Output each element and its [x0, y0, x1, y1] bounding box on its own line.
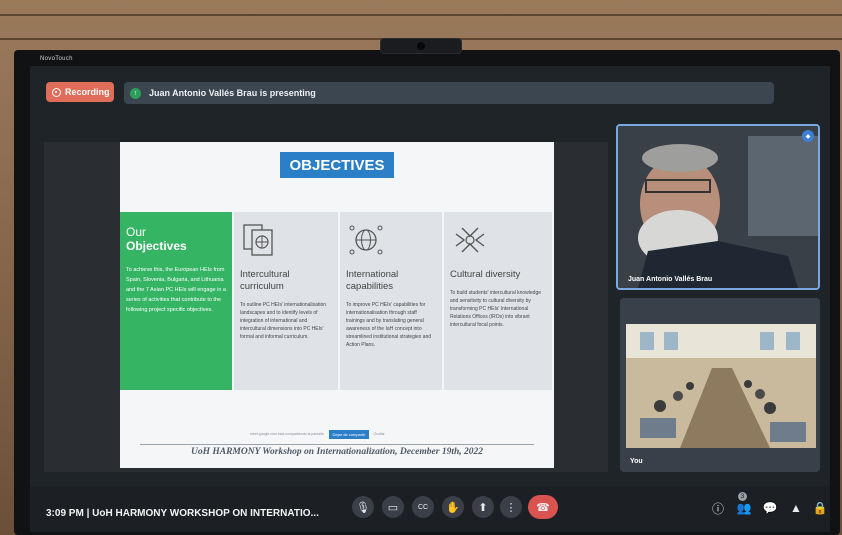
- footer-divider: [140, 444, 534, 445]
- raise-hand-button[interactable]: ✋: [442, 496, 464, 518]
- joined-hands-icon: [455, 227, 485, 253]
- activities-button[interactable]: ▲: [788, 500, 804, 516]
- self-video: [620, 298, 820, 472]
- objective-body: To outline PC HEIs' internationalisation…: [240, 302, 327, 340]
- intro-column: Our Objectives To achieve this, the Euro…: [120, 212, 232, 390]
- more-options-button[interactable]: ⋮: [500, 496, 522, 518]
- leave-call-button[interactable]: ☎: [528, 495, 558, 519]
- recording-label: Recording: [65, 87, 110, 97]
- people-count-badge: 3: [738, 492, 747, 501]
- meeting-info: 3:09 PM | UoH HARMONY WORKSHOP ON INTERN…: [46, 508, 319, 519]
- objective-heading: Intercultural curriculum: [240, 269, 290, 292]
- self-name: You: [630, 458, 643, 465]
- webcam-lens: [417, 42, 425, 50]
- meeting-screen: Recording ↑ Juan Antonio Vallés Brau is …: [30, 66, 830, 532]
- lock-person-icon: 🔒: [812, 501, 828, 515]
- intro-body: To achieve this, the European HEIs from …: [126, 267, 226, 313]
- objective-column-diversity: Cultural diversity To build students' in…: [444, 212, 552, 390]
- shapes-icon: ▲: [790, 501, 802, 515]
- slide-title: OBJECTIVES: [280, 152, 394, 178]
- monitor-brand: NovoTouch: [40, 56, 73, 62]
- intro-heading-line2: Objectives: [126, 239, 187, 253]
- speaking-indicator-icon: ◆: [802, 130, 814, 142]
- separator: |: [86, 508, 90, 519]
- people-icon: 👥: [736, 501, 752, 515]
- present-screen-icon: ⬆: [478, 501, 488, 514]
- objective-body: To build students' intercultural knowled…: [450, 290, 542, 328]
- presenter-name: Juan Antonio Vallés Brau: [628, 276, 713, 283]
- screen-share-notice: meet.google.com está compartiendo la pan…: [250, 429, 430, 439]
- meeting-title: UoH HARMONY WORKSHOP ON INTERNATIO...: [92, 508, 319, 519]
- present-screen-button[interactable]: ⬆: [472, 496, 494, 518]
- info-icon: ⓘ: [711, 501, 724, 516]
- microphone-icon: 🎙: [356, 501, 370, 514]
- chat-icon: 💬: [762, 501, 778, 515]
- webcam: [380, 38, 462, 54]
- top-bar: Recording ↑ Juan Antonio Vallés Brau is …: [30, 66, 830, 106]
- intro-heading-line1: Our: [126, 225, 147, 239]
- people-button[interactable]: 👥: [736, 500, 752, 516]
- wall-plank-line: [0, 14, 842, 16]
- hide-notice-button[interactable]: Ocultar: [373, 432, 384, 436]
- camera-button[interactable]: ▭: [382, 496, 404, 518]
- slide-footer: UoH HARMONY Workshop on Internationaliza…: [191, 447, 483, 457]
- presenter-video-tile[interactable]: ◆ Juan Antonio Vallés Brau: [616, 124, 820, 290]
- objective-column-curriculum: Intercultural curriculum To outline PC H…: [234, 212, 338, 390]
- stop-sharing-button[interactable]: Dejar de compartir: [328, 429, 370, 439]
- captions-button[interactable]: CC: [412, 496, 434, 518]
- share-notice-text: meet.google.com está compartiendo la pan…: [250, 432, 325, 436]
- present-icon: ↑: [130, 87, 141, 99]
- recording-indicator[interactable]: Recording: [46, 82, 114, 102]
- host-controls-button[interactable]: 🔒: [812, 500, 828, 516]
- more-vertical-icon: ⋮: [505, 501, 517, 514]
- objective-body: To improve PC HEIs' capabilities for int…: [346, 302, 432, 348]
- presenting-text: Juan Antonio Vallés Brau is presenting: [149, 88, 316, 98]
- self-video-tile[interactable]: You: [620, 298, 820, 472]
- microphone-button[interactable]: 🎙: [352, 496, 374, 518]
- captions-icon: CC: [417, 503, 429, 511]
- presentation-slide: OBJECTIVES Our Objectives To achieve thi…: [120, 142, 554, 468]
- presenter-video: [618, 126, 818, 288]
- clock-time: 3:09 PM: [46, 508, 84, 519]
- recording-icon: [52, 87, 61, 97]
- hang-up-icon: ☎: [536, 501, 550, 514]
- objective-heading: International capabilities: [346, 269, 399, 292]
- camera-icon: ▭: [387, 501, 399, 514]
- objective-heading: Cultural diversity: [450, 269, 521, 280]
- documents-globe-icon: [243, 224, 273, 256]
- globe-network-icon: [349, 225, 383, 255]
- objective-column-capabilities: International capabilities To improve PC…: [340, 212, 442, 390]
- meeting-details-button[interactable]: ⓘ: [710, 500, 726, 516]
- hand-icon: ✋: [446, 501, 460, 514]
- presenting-banner: ↑ Juan Antonio Vallés Brau is presenting: [124, 82, 774, 104]
- bottom-control-bar: 3:09 PM | UoH HARMONY WORKSHOP ON INTERN…: [30, 486, 830, 532]
- chat-button[interactable]: 💬: [762, 500, 778, 516]
